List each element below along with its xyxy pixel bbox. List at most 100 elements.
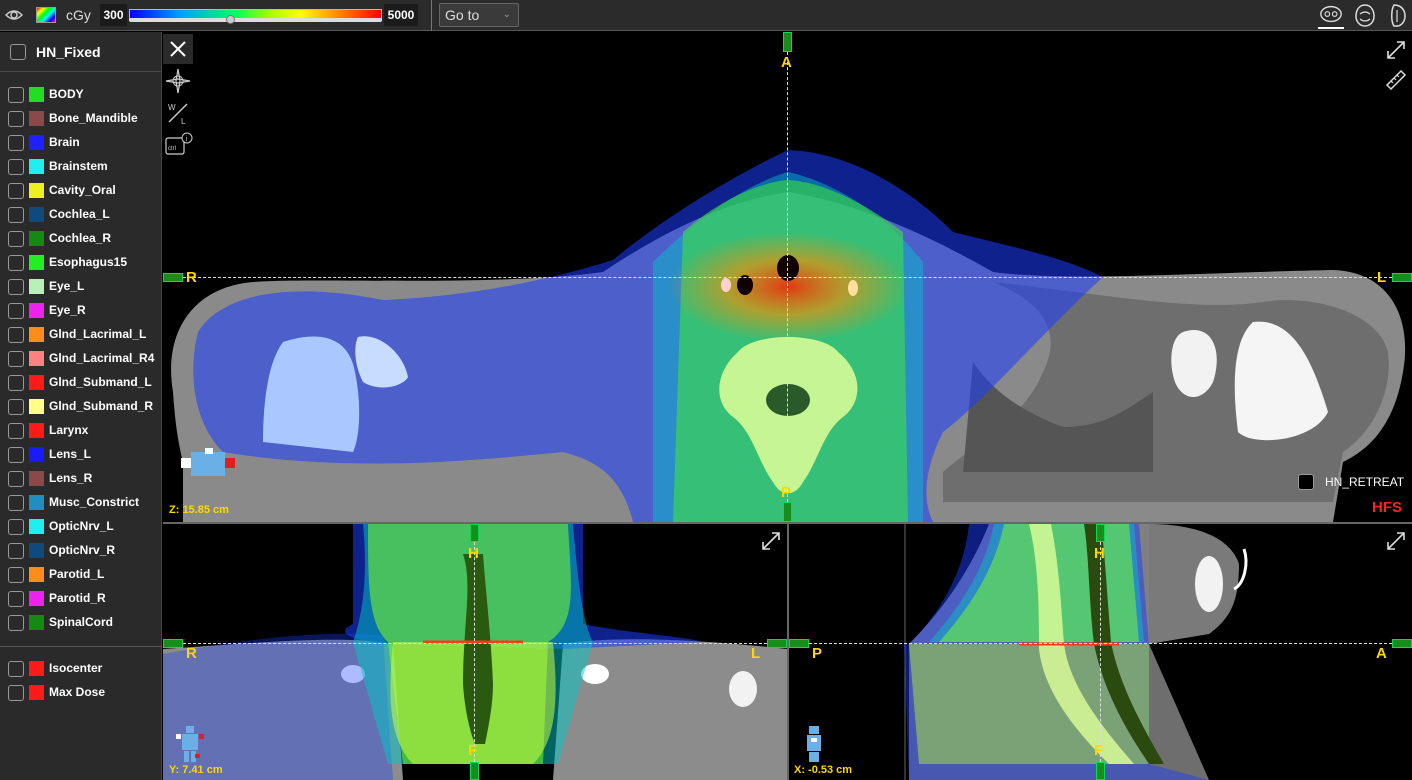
structure-row[interactable]: Eye_L xyxy=(0,274,162,298)
structure-visibility-checkbox[interactable] xyxy=(8,447,24,463)
expand-icon[interactable] xyxy=(759,529,783,553)
structure-visibility-checkbox[interactable] xyxy=(8,351,24,367)
crosshair-handle-top[interactable] xyxy=(1096,524,1105,542)
structure-row[interactable]: Cavity_Oral xyxy=(0,178,162,202)
structure-color-swatch[interactable] xyxy=(29,423,44,438)
crosshair-handle-right[interactable] xyxy=(767,639,787,648)
structure-color-swatch[interactable] xyxy=(29,615,44,630)
structure-color-swatch[interactable] xyxy=(29,183,44,198)
structure-color-swatch[interactable] xyxy=(29,279,44,294)
point-color-swatch[interactable] xyxy=(29,685,44,700)
structure-row[interactable]: Larynx xyxy=(0,418,162,442)
point-row[interactable]: Max Dose xyxy=(0,680,162,704)
sagittal-viewport[interactable]: H F P A X: -0.53 cm xyxy=(789,524,1412,780)
structure-color-swatch[interactable] xyxy=(29,159,44,174)
structure-color-swatch[interactable] xyxy=(29,351,44,366)
structure-visibility-checkbox[interactable] xyxy=(8,207,24,223)
crosshair-horizontal[interactable] xyxy=(163,277,1412,278)
structure-visibility-checkbox[interactable] xyxy=(8,135,24,151)
structure-color-swatch[interactable] xyxy=(29,399,44,414)
crosshair-handle-left[interactable] xyxy=(163,639,183,648)
structure-visibility-checkbox[interactable] xyxy=(8,543,24,559)
structure-visibility-checkbox[interactable] xyxy=(8,231,24,247)
window-level-icon[interactable]: W L xyxy=(163,98,193,128)
structure-color-swatch[interactable] xyxy=(29,471,44,486)
structure-color-swatch[interactable] xyxy=(29,255,44,270)
structure-row[interactable]: Lens_R xyxy=(0,466,162,490)
structure-visibility-checkbox[interactable] xyxy=(8,183,24,199)
point-visibility-checkbox[interactable] xyxy=(8,661,24,677)
structure-row[interactable]: SpinalCord xyxy=(0,610,162,634)
structure-visibility-checkbox[interactable] xyxy=(8,591,24,607)
close-icon[interactable] xyxy=(163,34,193,64)
structure-color-swatch[interactable] xyxy=(29,495,44,510)
goto-dropdown[interactable]: Go to ⌄ xyxy=(439,3,519,27)
crosshair-tool-icon[interactable] xyxy=(163,66,193,96)
structure-row[interactable]: Glnd_Submand_R xyxy=(0,394,162,418)
structure-row[interactable]: Eye_R xyxy=(0,298,162,322)
structure-row[interactable]: OpticNrv_R xyxy=(0,538,162,562)
crosshair-handle-bottom[interactable] xyxy=(783,502,792,522)
structure-color-swatch[interactable] xyxy=(29,375,44,390)
structure-color-swatch[interactable] xyxy=(29,111,44,126)
structure-visibility-checkbox[interactable] xyxy=(8,327,24,343)
crosshair-handle-left[interactable] xyxy=(789,639,809,648)
structure-row[interactable]: Brainstem xyxy=(0,154,162,178)
structure-color-swatch[interactable] xyxy=(29,591,44,606)
crosshair-horizontal[interactable] xyxy=(183,643,767,644)
crosshair-horizontal[interactable] xyxy=(809,643,1392,644)
structure-color-swatch[interactable] xyxy=(29,519,44,534)
structure-row[interactable]: Brain xyxy=(0,130,162,154)
crosshair-handle-top[interactable] xyxy=(470,524,479,542)
dose-range-slider-handle[interactable] xyxy=(226,15,236,24)
structure-color-swatch[interactable] xyxy=(29,567,44,582)
structure-row[interactable]: Bone_Mandible xyxy=(0,106,162,130)
expand-icon[interactable] xyxy=(1384,38,1408,62)
coronal-view-icon[interactable] xyxy=(1352,2,1378,29)
coronal-viewport[interactable]: H F R L Y: 7.41 cm xyxy=(163,524,787,780)
colormap-icon[interactable] xyxy=(36,7,56,23)
dose-min-field[interactable]: 300 xyxy=(100,4,127,26)
crosshair-handle-left[interactable] xyxy=(163,273,183,282)
structure-row[interactable]: Musc_Constrict xyxy=(0,490,162,514)
dose-range-slider-track[interactable] xyxy=(129,18,382,22)
plan-checkbox[interactable] xyxy=(10,44,26,60)
structure-color-swatch[interactable] xyxy=(29,135,44,150)
crosshair-handle-bottom[interactable] xyxy=(470,762,479,780)
structure-row[interactable]: OpticNrv_L xyxy=(0,514,162,538)
structure-color-swatch[interactable] xyxy=(29,447,44,462)
secondary-plan-checkbox[interactable] xyxy=(1298,474,1314,490)
structure-color-swatch[interactable] xyxy=(29,327,44,342)
structure-color-swatch[interactable] xyxy=(29,231,44,246)
structure-visibility-checkbox[interactable] xyxy=(8,87,24,103)
structure-color-swatch[interactable] xyxy=(29,87,44,102)
structure-row[interactable]: Cochlea_L xyxy=(0,202,162,226)
structure-visibility-checkbox[interactable] xyxy=(8,159,24,175)
structure-visibility-checkbox[interactable] xyxy=(8,567,24,583)
structure-row[interactable]: Parotid_L xyxy=(0,562,162,586)
axial-view-icon[interactable] xyxy=(1318,2,1344,29)
structure-row[interactable]: Cochlea_R xyxy=(0,226,162,250)
ruler-icon[interactable] xyxy=(1384,68,1408,92)
eye-icon[interactable] xyxy=(5,7,23,23)
structure-row[interactable]: Parotid_R xyxy=(0,586,162,610)
structure-color-swatch[interactable] xyxy=(29,303,44,318)
keyboard-shortcuts-info-icon[interactable]: ctrl i xyxy=(163,130,193,160)
structure-visibility-checkbox[interactable] xyxy=(8,375,24,391)
structure-color-swatch[interactable] xyxy=(29,207,44,222)
structure-row[interactable]: Esophagus15 xyxy=(0,250,162,274)
structure-visibility-checkbox[interactable] xyxy=(8,111,24,127)
point-row[interactable]: Isocenter xyxy=(0,656,162,680)
plan-row[interactable]: HN_Fixed xyxy=(0,32,162,72)
crosshair-handle-top[interactable] xyxy=(783,32,792,52)
structure-row[interactable]: Glnd_Lacrimal_L xyxy=(0,322,162,346)
crosshair-vertical[interactable] xyxy=(474,542,475,762)
structure-row[interactable]: Glnd_Lacrimal_R4 xyxy=(0,346,162,370)
axial-viewport[interactable]: A P R L Z: 15.85 cm HFS HN_RETREAT W L c… xyxy=(163,32,1412,522)
dose-max-field[interactable]: 5000 xyxy=(384,4,418,26)
sagittal-view-icon[interactable] xyxy=(1385,2,1411,29)
structure-visibility-checkbox[interactable] xyxy=(8,303,24,319)
structure-visibility-checkbox[interactable] xyxy=(8,615,24,631)
crosshair-handle-right[interactable] xyxy=(1392,639,1412,648)
structure-color-swatch[interactable] xyxy=(29,543,44,558)
